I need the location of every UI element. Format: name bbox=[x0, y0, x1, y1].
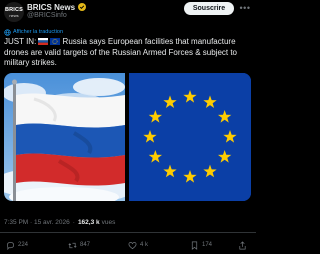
bookmark-count: 174 bbox=[202, 242, 213, 248]
tweet-text: JUST IN: Russia says European facilities… bbox=[4, 37, 252, 69]
timestamp[interactable]: 7:35 PM · 15 avr. 2026 bbox=[4, 219, 70, 226]
like-count: 4 k bbox=[140, 242, 149, 248]
views-label: vues bbox=[101, 219, 116, 226]
tweet-header: BRICS news BRICS News @BRICSinfo Souscri… bbox=[0, 0, 256, 24]
more-dots-icon[interactable]: ••• bbox=[238, 1, 252, 14]
repost-button[interactable]: 847 bbox=[68, 238, 90, 252]
avatar-subtext: news bbox=[9, 12, 19, 18]
tweet-meta: 7:35 PM · 15 avr. 2026 · 162,3 k vues bbox=[4, 219, 115, 226]
views-count: 162,3 k bbox=[77, 219, 100, 226]
account-name[interactable]: BRICS News bbox=[27, 3, 75, 12]
reply-count: 224 bbox=[18, 242, 29, 248]
avatar[interactable]: BRICS news bbox=[4, 2, 24, 22]
eu-flag-icon bbox=[50, 38, 61, 45]
heart-icon bbox=[128, 241, 137, 249]
subscribe-button[interactable]: Souscrire bbox=[184, 2, 234, 15]
verified-badge-icon bbox=[78, 3, 87, 11]
tweet-prefix: JUST IN: bbox=[4, 37, 37, 46]
divider bbox=[0, 232, 256, 233]
russia-flag-image[interactable] bbox=[4, 73, 125, 201]
bookmark-button[interactable]: 174 bbox=[190, 238, 212, 252]
reply-button[interactable]: 224 bbox=[6, 238, 28, 252]
repost-icon bbox=[68, 242, 77, 248]
russia-flag-photo bbox=[4, 73, 125, 201]
like-button[interactable]: 4 k bbox=[128, 238, 148, 252]
action-bar: 224 847 4 k 174 bbox=[0, 238, 256, 252]
share-icon bbox=[239, 240, 246, 249]
translate-label: Afficher la traduction bbox=[13, 29, 64, 35]
share-button[interactable] bbox=[238, 238, 250, 252]
bookmark-icon bbox=[191, 241, 198, 250]
globe-icon bbox=[4, 28, 11, 36]
eu-flag-graphic bbox=[129, 73, 251, 201]
meta-separator: · bbox=[72, 219, 75, 226]
account-handle[interactable]: @BRICSinfo bbox=[27, 12, 67, 19]
translate-link[interactable]: Afficher la traduction bbox=[4, 28, 63, 36]
name-row: BRICS News bbox=[27, 2, 87, 12]
russia-flag-icon bbox=[38, 38, 49, 45]
reply-icon bbox=[6, 241, 15, 250]
repost-count: 847 bbox=[80, 242, 91, 248]
eu-flag-image[interactable] bbox=[129, 73, 251, 201]
